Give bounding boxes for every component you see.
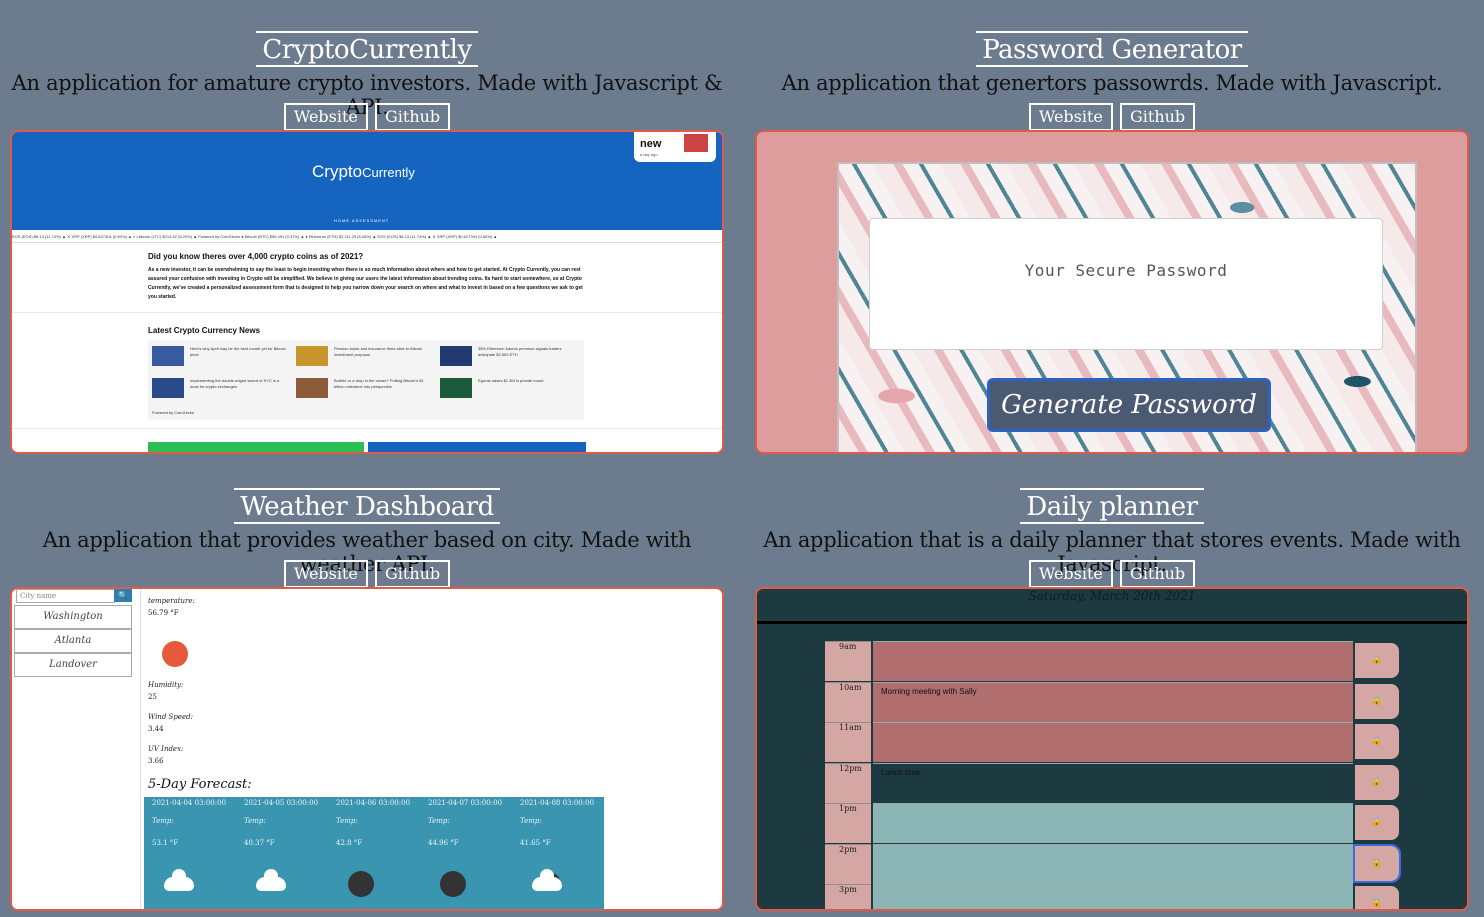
forecast-day: 2021-04-07 03:00:00 Temp: 44.96 °F xyxy=(420,797,512,909)
password-display: Your Secure Password xyxy=(869,218,1383,350)
time-block: 10am Morning meeting with Sally 🔒 xyxy=(825,681,1399,722)
search-icon[interactable]: 🔍 xyxy=(114,589,132,602)
crypto-header: CryptoCurrently HOME ASSESSMENT new a day… xyxy=(12,132,722,230)
news-item: Bubble or a drop in the ocean? Putting B… xyxy=(292,376,432,402)
news-item: Implementing the double-edged sword of K… xyxy=(148,376,288,402)
news-item: Pension funds and insurance firms alive … xyxy=(292,344,432,370)
news-item: Here's why April may be the best month y… xyxy=(148,344,288,370)
forecast-day: 2021-04-04 03:00:00 Temp: 53.1 °F xyxy=(144,797,236,909)
project-screenshot[interactable]: City name 🔍 Washington Atlanta Landover … xyxy=(10,587,724,911)
temperature-value: 56.79 °F xyxy=(148,609,179,617)
save-icon[interactable]: 🔒 xyxy=(1355,724,1399,759)
forecast-day: 2021-04-06 03:00:00 Temp: 42.8 °F xyxy=(328,797,420,909)
hour-label: 10am xyxy=(825,681,871,722)
news-popup: new a day ago xyxy=(634,132,716,162)
time-block: 9am 🔒 xyxy=(825,641,1399,681)
github-button[interactable]: Github xyxy=(1119,560,1196,588)
project-title: Daily planner xyxy=(1020,488,1204,524)
save-icon[interactable]: 🔒 xyxy=(1355,886,1399,909)
event-textarea[interactable] xyxy=(873,722,1353,762)
time-block: 12pm Lunch time 🔒 xyxy=(825,762,1399,803)
hour-label: 3pm xyxy=(825,884,871,909)
project-title: Weather Dashboard xyxy=(234,488,500,524)
event-textarea[interactable] xyxy=(873,884,1353,909)
event-textarea[interactable] xyxy=(873,843,1353,884)
save-icon[interactable]: 🔒 xyxy=(1355,805,1399,840)
forecast-panel: 2021-04-04 03:00:00 Temp: 53.1 °F 2021-04-… xyxy=(144,797,604,909)
hour-label: 9am xyxy=(825,641,871,681)
wind-label: Wind Speed: xyxy=(148,713,193,721)
time-block: 3pm 🔒 xyxy=(825,884,1399,909)
city-sidebar: City name 🔍 Washington Atlanta Landover xyxy=(12,589,141,909)
cloud-icon xyxy=(256,869,286,891)
website-button[interactable]: Website xyxy=(1028,103,1113,131)
intro-paragraph: As a new investor, it can be overwhelmin… xyxy=(148,267,583,300)
hour-label: 12pm xyxy=(825,762,871,803)
github-button[interactable]: Github xyxy=(374,560,451,588)
powered-by: Powered by CoinGecko xyxy=(152,410,195,415)
forecast-heading: 5-Day Forecast: xyxy=(148,777,252,792)
cloud-icon xyxy=(532,869,562,891)
crypto-nav: HOME ASSESSMENT xyxy=(334,218,390,223)
news-item: 38% Ethereum futures premium signals tra… xyxy=(436,344,576,370)
event-textarea[interactable]: Morning meeting with Sally xyxy=(873,681,1353,722)
hour-label: 11am xyxy=(825,722,871,762)
time-block: 1pm 🔒 xyxy=(825,803,1399,843)
city-button[interactable]: Atlanta xyxy=(14,629,132,653)
event-textarea[interactable] xyxy=(873,803,1353,843)
cloud-icon xyxy=(164,869,194,891)
uv-label: UV Index: xyxy=(148,745,184,753)
sun-icon xyxy=(162,641,188,667)
planner-date: Saturday, March 20th 2021 xyxy=(1028,589,1196,603)
forecast-day: 2021-04-05 03:00:00 Temp: 40.37 °F xyxy=(236,797,328,909)
intro-heading: Did you know theres over 4,000 crypto co… xyxy=(148,252,364,261)
github-button[interactable]: Github xyxy=(1119,103,1196,131)
time-block: 2pm 🔒 xyxy=(825,843,1401,884)
humidity-value: 25 xyxy=(148,693,157,701)
price-ticker: EOS (EOS) $6.13 (11.74%) ▲ ✕ XRP (XRP) $… xyxy=(12,232,722,243)
humidity-label: Humidity: xyxy=(148,681,184,689)
project-screenshot[interactable]: Saturday, March 20th 2021 9am 🔒 10am Mornin… xyxy=(755,587,1469,911)
news-grid: Here's why April may be the best month y… xyxy=(148,340,584,420)
save-icon[interactable]: 🔒 xyxy=(1353,843,1401,883)
green-bar xyxy=(148,442,364,452)
moon-icon xyxy=(348,871,374,897)
project-screenshot[interactable]: Your Secure Password Generate Password xyxy=(755,130,1469,454)
project-title: Password Generator xyxy=(976,31,1248,67)
moon-icon xyxy=(440,871,466,897)
city-button[interactable]: Landover xyxy=(14,653,132,677)
github-button[interactable]: Github xyxy=(374,103,451,131)
project-description: An application that genertors passowrds.… xyxy=(781,71,1443,95)
project-screenshot[interactable]: CryptoCurrently HOME ASSESSMENT new a day… xyxy=(10,130,724,454)
crypto-brand: CryptoCurrently xyxy=(312,162,415,181)
hour-label: 1pm xyxy=(825,803,871,843)
save-icon[interactable]: 🔒 xyxy=(1355,683,1399,719)
event-textarea[interactable] xyxy=(873,641,1353,681)
uv-value: 3.66 xyxy=(148,757,164,765)
project-title: CryptoCurrently xyxy=(256,31,478,67)
wind-value: 3.44 xyxy=(148,725,164,733)
save-icon[interactable]: 🔒 xyxy=(1355,764,1399,800)
website-button[interactable]: Website xyxy=(1028,560,1113,588)
city-button[interactable]: Washington xyxy=(14,605,132,629)
forecast-day: 2021-04-08 03:00:00 Temp: 41.65 °F xyxy=(512,797,604,909)
news-item: Egoras raises $1.3M in private round xyxy=(436,376,576,402)
save-icon[interactable]: 🔒 xyxy=(1355,643,1399,678)
website-button[interactable]: Website xyxy=(283,560,368,588)
website-button[interactable]: Website xyxy=(283,103,368,131)
city-search-input[interactable]: City name xyxy=(16,589,115,603)
hour-label: 2pm xyxy=(825,843,871,884)
time-block: 11am 🔒 xyxy=(825,722,1399,762)
blue-bar xyxy=(368,442,586,452)
news-heading: Latest Crypto Currency News xyxy=(148,326,261,335)
temperature-label: temperature: xyxy=(148,597,195,605)
event-textarea[interactable]: Lunch time xyxy=(873,762,1353,803)
generate-password-button[interactable]: Generate Password xyxy=(987,378,1271,432)
